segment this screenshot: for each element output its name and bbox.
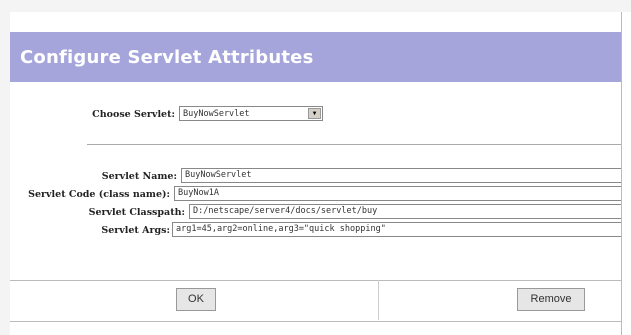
servlet-classpath-field[interactable]: D:/netscape/server4/docs/servlet/buy	[189, 204, 631, 219]
divider	[87, 144, 631, 145]
right-edge	[621, 12, 631, 335]
page-title: Configure Servlet Attributes	[20, 46, 314, 68]
panel-header: Configure Servlet Attributes	[10, 32, 631, 82]
chevron-down-icon[interactable]: ▼	[308, 108, 321, 119]
servlet-code-label: Servlet Code (class name):	[28, 189, 170, 200]
servlet-code-field[interactable]: BuyNow1A	[174, 186, 631, 201]
choose-servlet-select[interactable]: BuyNowServlet ▼	[179, 106, 323, 121]
servlet-args-field[interactable]: arg1=45,arg2=online,arg3="quick shopping…	[172, 222, 631, 237]
servlet-name-label: Servlet Name:	[101, 171, 177, 182]
configure-servlet-panel: Configure Servlet Attributes Choose Serv…	[10, 12, 631, 335]
remove-button[interactable]: Remove	[517, 288, 585, 311]
servlet-name-field[interactable]: BuyNowServlet	[181, 168, 631, 183]
button-bar-separator	[378, 280, 379, 320]
servlet-classpath-label: Servlet Classpath:	[88, 207, 185, 218]
choose-servlet-value: BuyNowServlet	[183, 109, 250, 119]
ok-button[interactable]: OK	[176, 288, 216, 311]
servlet-args-label: Servlet Args:	[101, 225, 170, 236]
choose-servlet-label: Choose Servlet:	[92, 109, 175, 120]
